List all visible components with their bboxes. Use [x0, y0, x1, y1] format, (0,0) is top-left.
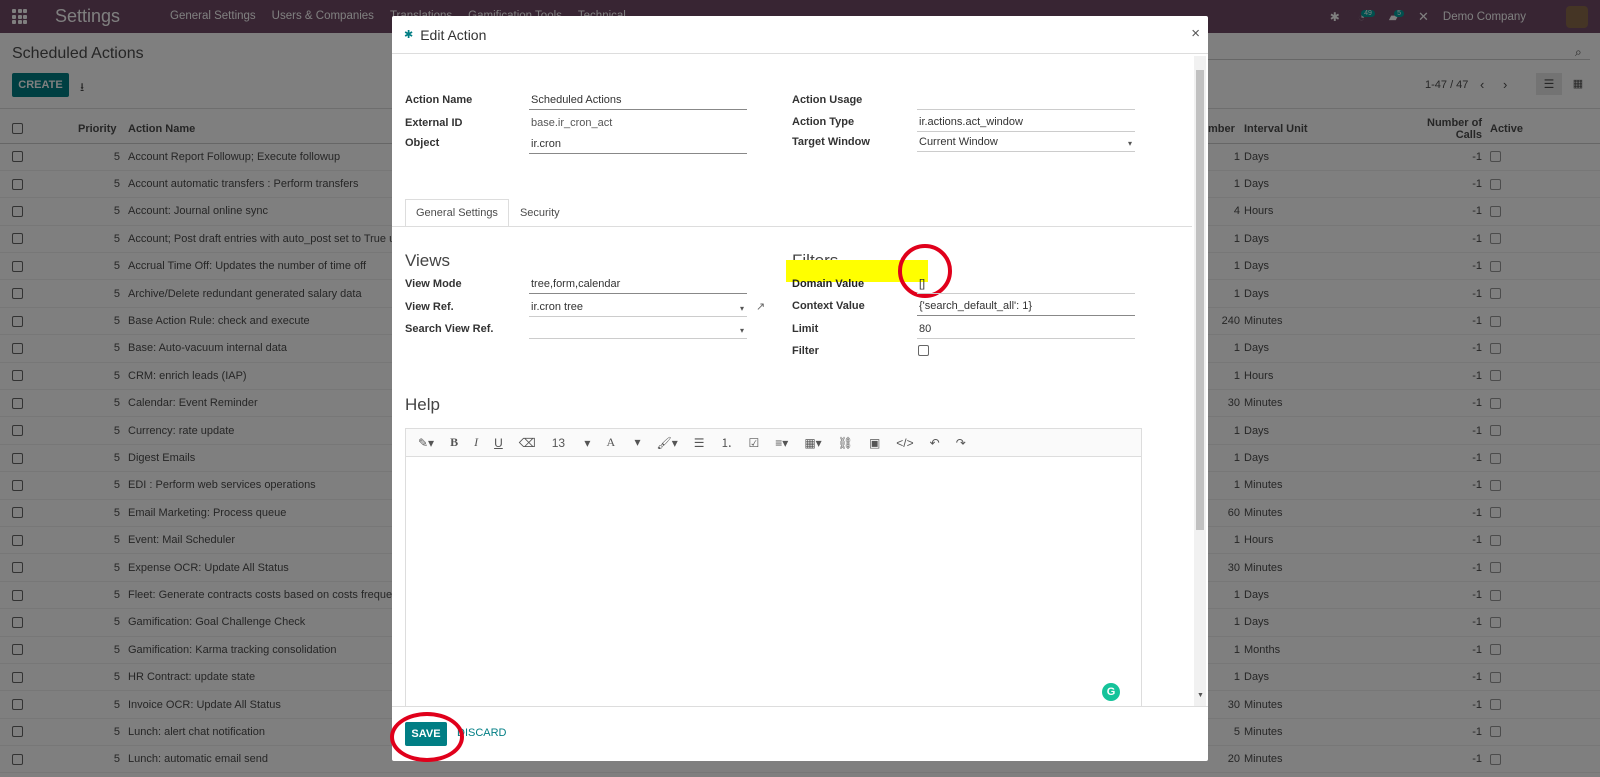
scroll-down-icon[interactable]: ▼ [1197, 692, 1204, 699]
edit-action-dialog: ✱ Edit Action × Action Name Scheduled Ac… [392, 16, 1208, 761]
code-view-icon[interactable]: </> [896, 436, 913, 450]
action-usage-input[interactable] [917, 92, 1135, 110]
font-size-value: 13 [551, 435, 566, 450]
filter-checkbox[interactable] [918, 345, 929, 356]
action-name-input[interactable]: Scheduled Actions [529, 92, 747, 110]
magic-wand-icon[interactable]: ✎▾ [418, 436, 434, 450]
view-ref-select[interactable]: ir.cron tree [529, 299, 747, 317]
target-window-caret-icon[interactable]: ▾ [1128, 139, 1132, 148]
underline-button[interactable]: U [494, 436, 503, 450]
search-view-ref-label: Search View Ref. [405, 323, 494, 335]
external-id-label: External ID [405, 117, 463, 129]
dialog-footer: SAVE DISCARD [392, 706, 1208, 761]
redo-icon[interactable]: ↷ [956, 436, 966, 450]
tab-divider [392, 226, 1192, 227]
action-usage-label: Action Usage [792, 94, 863, 106]
dialog-header: ✱ Edit Action × [392, 16, 1208, 54]
context-value-input[interactable]: {'search_default_all': 1} [917, 298, 1135, 316]
view-mode-input[interactable]: tree,form,calendar [529, 276, 747, 294]
action-type-input[interactable]: ir.actions.act_window [917, 114, 1135, 132]
view-ref-label: View Ref. [405, 301, 454, 313]
table-icon[interactable]: ▦▾ [804, 436, 821, 450]
tab-general-settings[interactable]: General Settings [405, 199, 509, 227]
limit-input[interactable]: 80 [917, 321, 1135, 339]
grammarly-icon[interactable]: G [1102, 683, 1120, 701]
editor-toolbar: ✎▾ B I U ⌫ 13 ▾ A ▾ 🖌▾ ☰ ⒈ ☑ ≡▾ ▦▾ ⛓ ▣ <… [406, 429, 1141, 457]
search-view-ref-select[interactable] [529, 321, 747, 339]
limit-label: Limit [792, 323, 819, 335]
align-icon[interactable]: ≡▾ [775, 436, 788, 450]
save-button-annotation-circle [390, 712, 464, 762]
bold-button[interactable]: B [450, 435, 458, 450]
italic-button[interactable]: I [474, 435, 478, 450]
view-mode-label: View Mode [405, 278, 462, 290]
notebook-tabs: General Settings Security [405, 199, 571, 227]
action-type-label: Action Type [792, 116, 855, 128]
action-name-label: Action Name [405, 94, 473, 106]
link-icon[interactable]: ⛓ [838, 436, 853, 450]
undo-icon[interactable]: ↶ [930, 436, 940, 450]
bug-icon: ✱ [404, 29, 414, 41]
object-input[interactable]: ir.cron [529, 136, 747, 154]
close-icon[interactable]: × [1191, 25, 1200, 42]
dialog-body: Action Name Scheduled Actions External I… [392, 56, 1192, 706]
target-window-select[interactable]: Current Window [917, 134, 1135, 152]
eraser-icon[interactable]: ⌫ [519, 436, 536, 450]
font-color-letter: A [606, 435, 616, 449]
discard-button[interactable]: DISCARD [457, 727, 507, 739]
scrollbar-thumb[interactable] [1196, 70, 1204, 530]
help-section-title: Help [405, 395, 440, 414]
tab-security[interactable]: Security [508, 199, 571, 227]
target-window-label: Target Window [792, 136, 870, 148]
checklist-icon[interactable]: ☑ [749, 436, 760, 450]
numbered-list-icon[interactable]: ⒈ [721, 434, 733, 451]
domain-value-input[interactable]: [] [917, 276, 1135, 294]
external-id-value: base.ir_cron_act [531, 117, 613, 129]
domain-value-label: Domain Value [792, 278, 865, 290]
search-view-ref-caret-icon[interactable]: ▾ [740, 326, 744, 335]
image-icon[interactable]: ▣ [869, 436, 880, 450]
object-label: Object [405, 137, 440, 149]
context-value-label: Context Value [792, 300, 865, 312]
font-color-dropdown[interactable]: A ▾ [606, 435, 640, 450]
dialog-title: Edit Action [420, 26, 487, 43]
external-link-icon[interactable]: ↗ [756, 300, 765, 313]
bullet-list-icon[interactable]: ☰ [694, 436, 705, 450]
views-section-title: Views [405, 251, 451, 270]
help-html-editor[interactable]: ✎▾ B I U ⌫ 13 ▾ A ▾ 🖌▾ ☰ ⒈ ☑ ≡▾ ▦▾ ⛓ ▣ <… [405, 428, 1142, 706]
dialog-scrollbar[interactable] [1194, 56, 1206, 706]
view-ref-caret-icon[interactable]: ▾ [740, 304, 744, 313]
filter-label: Filter [792, 345, 819, 357]
paint-brush-icon[interactable]: 🖌▾ [656, 436, 677, 450]
font-size-dropdown[interactable]: 13 ▾ [552, 436, 591, 450]
